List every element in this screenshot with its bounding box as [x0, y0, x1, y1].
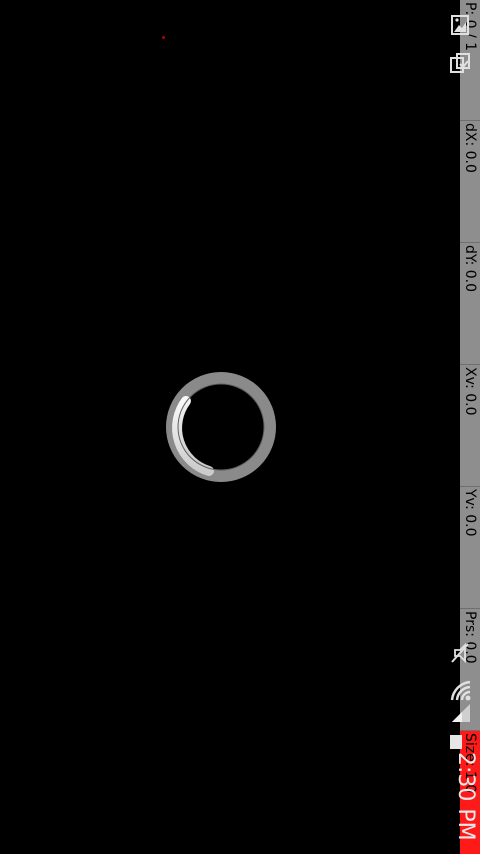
delta-x-label: dX: 0.0: [462, 123, 478, 173]
signal-icon: [450, 702, 472, 724]
velocity-y-cell: Yv: 0.0: [460, 486, 480, 608]
delta-y-label: dY: 0.0: [462, 245, 478, 293]
sync-icon[interactable]: [448, 52, 472, 76]
gallery-icon[interactable]: [450, 14, 470, 36]
pointer-location-overlay: P: 0 / 1 dX: 0.0 dY: 0.0 Xv: 0.0 Yv: 0.0…: [460, 0, 480, 854]
delta-y-cell: dY: 0.0: [460, 242, 480, 364]
touch-point-indicator: [162, 36, 165, 39]
wifi-icon: [448, 676, 474, 704]
battery-icon: [450, 734, 462, 749]
delta-x-cell: dX: 0.0: [460, 120, 480, 242]
velocity-x-cell: Xv: 0.0: [460, 364, 480, 486]
velocity-x-label: Xv: 0.0: [462, 367, 478, 416]
status-clock: 2:30 PM: [453, 752, 478, 841]
loading-spinner: [165, 371, 277, 483]
screen: P: 0 / 1 dX: 0.0 dY: 0.0 Xv: 0.0 Yv: 0.0…: [0, 0, 480, 854]
loading-spinner-graphic: [166, 372, 276, 482]
velocity-y-label: Yv: 0.0: [462, 489, 478, 537]
mute-icon: [450, 642, 470, 664]
